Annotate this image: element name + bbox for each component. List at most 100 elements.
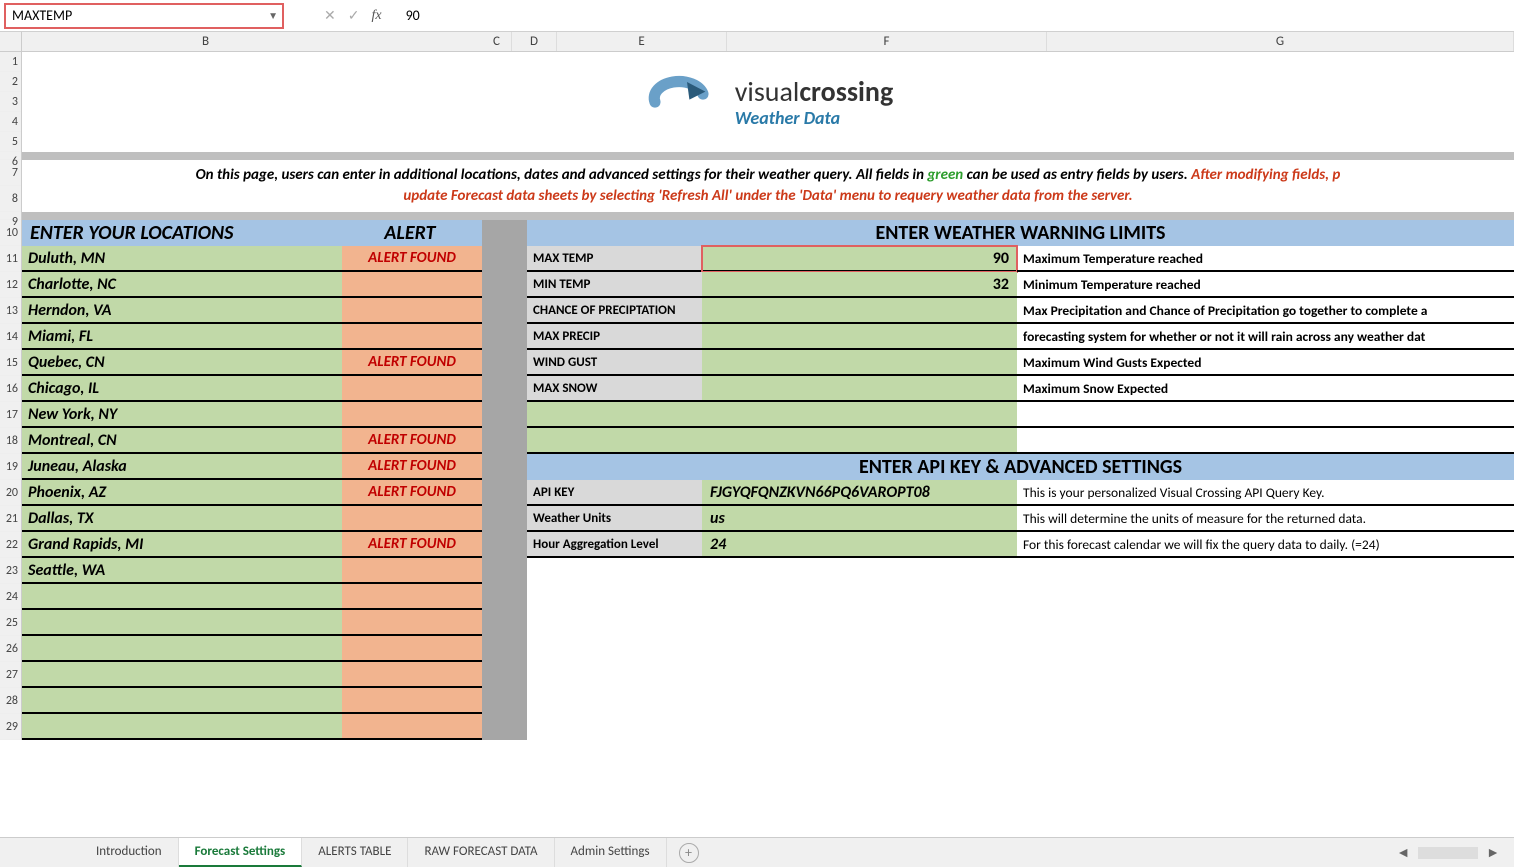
name-box-value: MAXTEMP: [12, 7, 72, 24]
location-input[interactable]: Grand Rapids, MI: [22, 532, 342, 558]
col-header-D[interactable]: D: [512, 32, 557, 51]
location-input[interactable]: Miami, FL: [22, 324, 342, 350]
row-header[interactable]: 24: [0, 584, 21, 610]
sheet-tab[interactable]: Forecast Settings: [179, 838, 303, 867]
scroll-left-icon[interactable]: ◄: [1392, 844, 1414, 861]
limit-value-input[interactable]: [702, 376, 1017, 402]
limit-value-input[interactable]: [702, 402, 1017, 428]
row-header[interactable]: 21: [0, 506, 21, 532]
row-header[interactable]: 29: [0, 714, 21, 740]
spreadsheet-area[interactable]: visualcrossing Weather Data On this page…: [22, 52, 1514, 740]
accept-icon[interactable]: ✓: [348, 7, 360, 24]
location-input[interactable]: Herndon, VA: [22, 298, 342, 324]
limit-value-input[interactable]: [702, 428, 1017, 454]
formula-bar: MAXTEMP ▼ ✕ ✓ fx 90: [0, 0, 1514, 32]
limit-value-input[interactable]: [702, 324, 1017, 350]
scroll-right-icon[interactable]: ►: [1482, 844, 1504, 861]
scroll-track[interactable]: [1418, 847, 1478, 859]
alert-status: ALERT FOUND: [342, 454, 482, 480]
location-input[interactable]: Dallas, TX: [22, 506, 342, 532]
row-header[interactable]: 23: [0, 558, 21, 584]
sheet-tab[interactable]: Admin Settings: [555, 838, 667, 867]
row-header[interactable]: 6: [0, 152, 21, 160]
row-header[interactable]: 16: [0, 376, 21, 402]
col-header-E[interactable]: E: [557, 32, 727, 51]
row-header[interactable]: 28: [0, 688, 21, 714]
location-row: [22, 662, 482, 688]
row-header[interactable]: 4: [0, 112, 21, 132]
api-value-input[interactable]: us: [702, 506, 1017, 532]
location-row: [22, 688, 482, 714]
limit-description: [1017, 428, 1514, 454]
row-header[interactable]: 11: [0, 246, 21, 272]
api-value-input[interactable]: 24: [702, 532, 1017, 558]
name-box[interactable]: MAXTEMP ▼: [4, 3, 284, 29]
location-input[interactable]: Juneau, Alaska: [22, 454, 342, 480]
row-header[interactable]: 10: [0, 220, 21, 246]
sheet-tab[interactable]: RAW FORECAST DATA: [408, 838, 554, 867]
sheet-tabs-bar: IntroductionForecast SettingsALERTS TABL…: [0, 837, 1514, 867]
row-header[interactable]: 2: [0, 72, 21, 92]
row-header[interactable]: 3: [0, 92, 21, 112]
row-header[interactable]: 8: [0, 186, 21, 212]
alert-status: ALERT FOUND: [342, 350, 482, 376]
col-header-G[interactable]: G: [1047, 32, 1514, 51]
visualcrossing-logo-icon: [643, 72, 723, 132]
alert-status: [342, 610, 482, 636]
location-input[interactable]: [22, 714, 342, 740]
limit-value-input[interactable]: [702, 350, 1017, 376]
location-row: Seattle, WA: [22, 558, 482, 584]
row-header[interactable]: 5: [0, 132, 21, 152]
location-input[interactable]: New York, NY: [22, 402, 342, 428]
row-header[interactable]: 1: [0, 52, 21, 72]
location-input[interactable]: Charlotte, NC: [22, 272, 342, 298]
row-header[interactable]: 19: [0, 454, 21, 480]
row-header[interactable]: 20: [0, 480, 21, 506]
col-header[interactable]: [22, 32, 342, 51]
location-input[interactable]: Montreal, CN: [22, 428, 342, 454]
formula-input[interactable]: 90: [400, 7, 1514, 24]
location-input[interactable]: Quebec, CN: [22, 350, 342, 376]
location-input[interactable]: Phoenix, AZ: [22, 480, 342, 506]
select-all-corner[interactable]: [0, 32, 22, 51]
row-header[interactable]: 18: [0, 428, 21, 454]
name-box-dropdown-icon[interactable]: ▼: [268, 9, 278, 22]
location-input[interactable]: [22, 688, 342, 714]
location-input[interactable]: Chicago, IL: [22, 376, 342, 402]
row-header[interactable]: 26: [0, 636, 21, 662]
row-header[interactable]: 12: [0, 272, 21, 298]
add-sheet-button[interactable]: +: [679, 843, 699, 863]
row-header[interactable]: 14: [0, 324, 21, 350]
api-setting-row: Hour Aggregation Level24For this forecas…: [527, 532, 1514, 558]
sheet-tab[interactable]: Introduction: [80, 838, 179, 867]
location-input[interactable]: [22, 636, 342, 662]
location-input[interactable]: [22, 662, 342, 688]
cancel-icon[interactable]: ✕: [324, 7, 336, 24]
row-header[interactable]: 13: [0, 298, 21, 324]
location-input[interactable]: Duluth, MN: [22, 246, 342, 272]
row-header[interactable]: 9: [0, 212, 21, 220]
col-header-C[interactable]: C: [482, 32, 512, 51]
row-header[interactable]: 27: [0, 662, 21, 688]
col-header-B[interactable]: B: [342, 32, 482, 51]
location-row: Grand Rapids, MIALERT FOUND: [22, 532, 482, 558]
row-header[interactable]: 7: [0, 160, 21, 186]
limit-label: CHANCE OF PRECIPTATION: [527, 298, 702, 324]
location-input[interactable]: Seattle, WA: [22, 558, 342, 584]
fx-icon[interactable]: fx: [371, 8, 381, 24]
row-header[interactable]: 15: [0, 350, 21, 376]
api-value-input[interactable]: FJGYQFQNZKVN66PQ6VAROPT08: [702, 480, 1017, 506]
row-header[interactable]: 22: [0, 532, 21, 558]
limit-value-input[interactable]: 32: [702, 272, 1017, 298]
limit-description: forecasting system for whether or not it…: [1017, 324, 1514, 350]
row-header[interactable]: 25: [0, 610, 21, 636]
info-row: On this page, users can enter in additio…: [22, 160, 1514, 212]
row-header[interactable]: 17: [0, 402, 21, 428]
location-input[interactable]: [22, 584, 342, 610]
limit-value-input[interactable]: [702, 298, 1017, 324]
location-input[interactable]: [22, 610, 342, 636]
sheet-tab[interactable]: ALERTS TABLE: [302, 838, 408, 867]
col-header-F[interactable]: F: [727, 32, 1047, 51]
limit-value-input[interactable]: 90: [702, 246, 1017, 272]
api-label: Weather Units: [527, 506, 702, 532]
